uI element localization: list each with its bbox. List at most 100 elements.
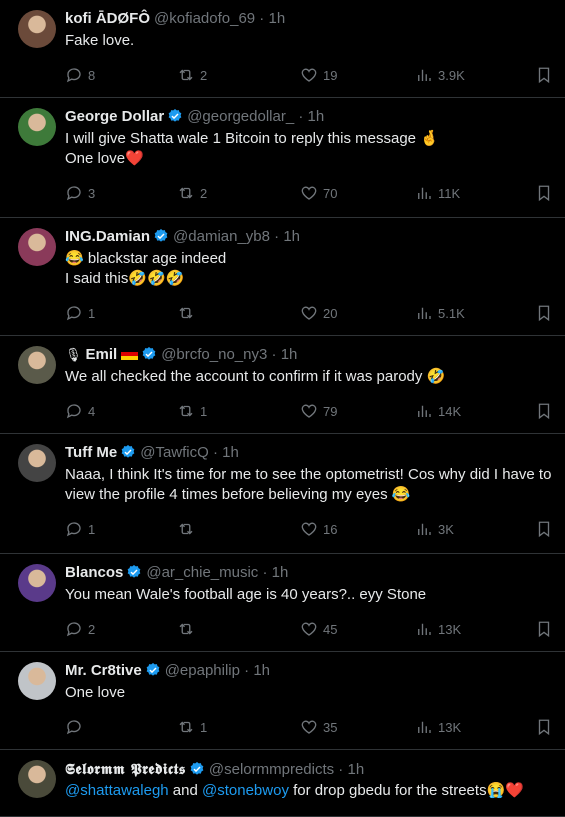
repost-button[interactable] bbox=[177, 519, 200, 539]
bookmark-button[interactable] bbox=[535, 401, 558, 421]
views-button[interactable]: 3.9K bbox=[415, 65, 465, 85]
avatar[interactable] bbox=[18, 564, 56, 602]
timestamp[interactable]: 1h bbox=[222, 444, 239, 461]
timestamp[interactable]: 1h bbox=[283, 228, 300, 245]
separator-dot: · bbox=[294, 108, 308, 125]
like-button[interactable]: 45 bbox=[300, 619, 337, 639]
avatar[interactable] bbox=[18, 108, 56, 146]
view-count: 13K bbox=[438, 719, 462, 735]
tweet-header: kofi ĀDØFÔ @kofiadofo_69 · 1h bbox=[65, 8, 559, 30]
repost-icon bbox=[179, 721, 193, 733]
reply-button[interactable] bbox=[65, 717, 88, 737]
bookmark-icon bbox=[538, 621, 550, 638]
tweet-header: ING.Damian @damian_yb8 · 1h bbox=[65, 226, 559, 248]
tweet-header: Tuff Me @TawficQ · 1h bbox=[65, 442, 559, 464]
repost-button[interactable]: 2 bbox=[177, 65, 207, 85]
repost-button[interactable]: 1 bbox=[177, 401, 207, 421]
timestamp[interactable]: 1h bbox=[268, 10, 285, 27]
author-name[interactable]: Mr. Cr8tive bbox=[65, 662, 142, 679]
author-handle[interactable]: @georgedollar_ bbox=[187, 108, 294, 125]
author-handle[interactable]: @kofiadofo_69 bbox=[154, 10, 255, 27]
avatar[interactable] bbox=[18, 346, 56, 384]
views-button[interactable]: 3K bbox=[415, 519, 454, 539]
like-count: 45 bbox=[323, 621, 338, 637]
reply-button[interactable]: 4 bbox=[65, 401, 95, 421]
bookmark-button[interactable] bbox=[535, 717, 558, 737]
like-button[interactable]: 79 bbox=[300, 401, 337, 421]
tweet[interactable]: 𝕾𝖊𝖑𝖔𝖗𝖒𝖒 𝕻𝖗𝖊𝖉𝖎𝖈𝖙𝖘 @selormmpredicts · 1h @s… bbox=[0, 750, 565, 817]
like-button[interactable]: 20 bbox=[300, 303, 337, 323]
author-name[interactable]: kofi ĀDØFÔ bbox=[65, 10, 150, 27]
reply-button[interactable]: 2 bbox=[65, 619, 95, 639]
repost-button[interactable]: 1 bbox=[177, 717, 207, 737]
reply-button[interactable]: 8 bbox=[65, 65, 95, 85]
view-count: 14K bbox=[438, 403, 462, 419]
separator-dot: · bbox=[258, 564, 272, 581]
author-handle[interactable]: @damian_yb8 bbox=[173, 228, 270, 245]
like-button[interactable]: 35 bbox=[300, 717, 337, 737]
like-button[interactable]: 19 bbox=[300, 65, 337, 85]
timestamp[interactable]: 1h bbox=[281, 346, 298, 363]
repost-button[interactable] bbox=[177, 619, 200, 639]
author-name[interactable]: George Dollar bbox=[65, 108, 164, 125]
bookmark-button[interactable] bbox=[535, 183, 558, 203]
tweet-content: 𝕾𝖊𝖑𝖔𝖗𝖒𝖒 𝕻𝖗𝖊𝖉𝖎𝖈𝖙𝖘 @selormmpredicts · 1h @s… bbox=[65, 758, 565, 801]
views-button[interactable]: 14K bbox=[415, 401, 461, 421]
timestamp[interactable]: 1h bbox=[253, 662, 270, 679]
author-handle[interactable]: @selormmpredicts bbox=[209, 761, 334, 778]
avatar[interactable] bbox=[18, 10, 56, 48]
views-button[interactable]: 5.1K bbox=[415, 303, 465, 323]
tweet-text: I will give Shatta wale 1 Bitcoin to rep… bbox=[65, 129, 559, 169]
avatar[interactable] bbox=[18, 760, 56, 798]
reply-button[interactable]: 1 bbox=[65, 303, 95, 323]
author-name[interactable]: Tuff Me bbox=[65, 444, 117, 461]
reply-button[interactable]: 3 bbox=[65, 183, 95, 203]
heart-icon bbox=[301, 622, 317, 636]
author-handle[interactable]: @TawficQ bbox=[140, 444, 209, 461]
tweet[interactable]: ING.Damian @damian_yb8 · 1h 😂 blackstar a… bbox=[0, 218, 565, 336]
view-count: 3.9K bbox=[438, 67, 465, 83]
repost-button[interactable]: 2 bbox=[177, 183, 207, 203]
author-handle[interactable]: @epaphilip bbox=[165, 662, 240, 679]
timestamp[interactable]: 1h bbox=[272, 564, 289, 581]
tweet[interactable]: Tuff Me @TawficQ · 1h Naaa, I think It's … bbox=[0, 434, 565, 554]
like-button[interactable]: 70 bbox=[300, 183, 337, 203]
bookmark-button[interactable] bbox=[535, 519, 558, 539]
bookmark-icon bbox=[538, 67, 550, 84]
repost-button[interactable] bbox=[177, 303, 200, 323]
views-button[interactable]: 11K bbox=[415, 183, 460, 203]
heart-icon bbox=[301, 68, 317, 82]
like-button[interactable]: 16 bbox=[300, 519, 337, 539]
tweet-text: We all checked the account to confirm if… bbox=[65, 367, 559, 387]
tweet[interactable]: 🎙 Emil @brcfo_no_ny3 · 1h We all checked t… bbox=[0, 336, 565, 434]
author-name[interactable]: ING.Damian bbox=[65, 228, 150, 245]
mention-link[interactable]: @shattawalegh bbox=[65, 782, 169, 799]
bookmark-button[interactable] bbox=[535, 619, 558, 639]
separator-dot: · bbox=[269, 228, 284, 245]
author-name[interactable]: Emil bbox=[86, 346, 118, 363]
views-button[interactable]: 13K bbox=[415, 717, 461, 737]
avatar[interactable] bbox=[18, 228, 56, 266]
author-handle[interactable]: @ar_chie_music bbox=[146, 564, 258, 581]
tweet[interactable]: George Dollar @georgedollar_ · 1h I will … bbox=[0, 98, 565, 218]
heart-icon bbox=[301, 404, 317, 418]
author-name[interactable]: 𝕾𝖊𝖑𝖔𝖗𝖒𝖒 𝕻𝖗𝖊𝖉𝖎𝖈𝖙𝖘 bbox=[65, 760, 186, 778]
views-button[interactable]: 13K bbox=[415, 619, 461, 639]
author-name[interactable]: Blancos bbox=[65, 564, 123, 581]
tweet[interactable]: Blancos @ar_chie_music · 1h You mean Wale… bbox=[0, 554, 565, 652]
timestamp[interactable]: 1h bbox=[308, 108, 325, 125]
author-handle[interactable]: @brcfo_no_ny3 bbox=[161, 346, 267, 363]
tweet-text-line: view the profile 4 times before believin… bbox=[65, 486, 411, 503]
reply-button[interactable]: 1 bbox=[65, 519, 95, 539]
tweet[interactable]: Mr. Cr8tive @epaphilip · 1h One love 1 35… bbox=[0, 652, 565, 750]
mention-link[interactable]: @stonebwoy bbox=[202, 782, 289, 799]
repost-count: 2 bbox=[200, 67, 208, 83]
avatar[interactable] bbox=[18, 662, 56, 700]
bookmark-button[interactable] bbox=[535, 303, 558, 323]
tweet-text: 😂 blackstar age indeed I said this🤣🤣🤣 bbox=[65, 249, 559, 289]
tweet[interactable]: kofi ĀDØFÔ @kofiadofo_69 · 1h Fake love. … bbox=[0, 0, 565, 98]
timestamp[interactable]: 1h bbox=[347, 761, 364, 778]
bookmark-button[interactable] bbox=[535, 65, 558, 85]
verified-badge-icon bbox=[142, 347, 156, 360]
avatar[interactable] bbox=[18, 444, 56, 482]
